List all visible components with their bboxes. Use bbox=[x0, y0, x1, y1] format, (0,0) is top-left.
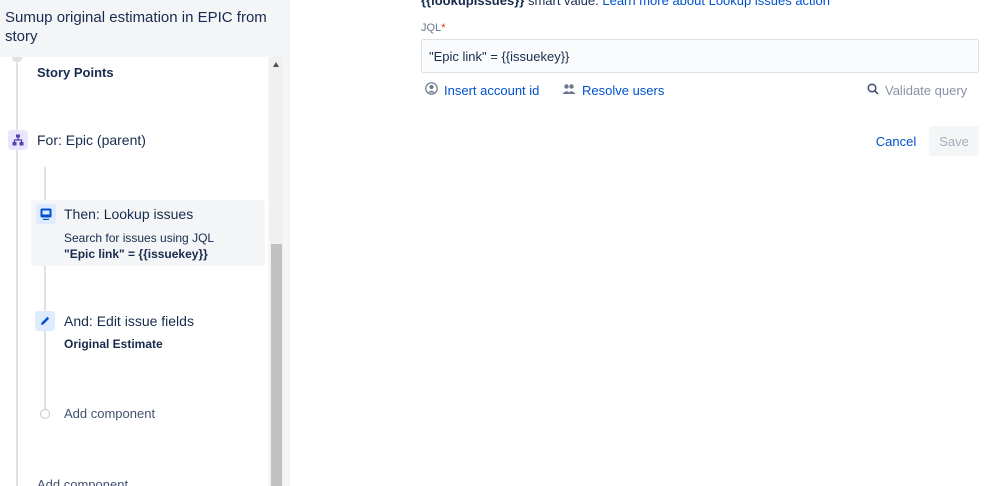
previous-field-label: Story Points bbox=[37, 65, 114, 80]
edit-issue-fields-node[interactable]: And: Edit issue fields bbox=[64, 313, 194, 329]
add-component-link[interactable]: Add component bbox=[37, 477, 128, 486]
user-icon bbox=[425, 82, 438, 98]
people-icon bbox=[562, 83, 576, 98]
branch-node-epic-parent[interactable]: For: Epic (parent) bbox=[37, 132, 146, 148]
validate-query-label: Validate query bbox=[885, 82, 968, 98]
search-icon bbox=[867, 82, 879, 98]
scrollbar-thumb[interactable] bbox=[271, 244, 282, 486]
smart-value-help: {{lookupIssues}} smart value. Learn more… bbox=[421, 0, 830, 8]
scroll-up-arrow-icon[interactable] bbox=[271, 59, 282, 69]
resolve-users-label: Resolve users bbox=[582, 82, 665, 98]
resolve-users-button[interactable]: Resolve users bbox=[562, 81, 664, 99]
rule-title: Sumup original estimation in EPIC from s… bbox=[5, 9, 267, 45]
branch-icon bbox=[8, 130, 28, 150]
save-button[interactable]: Save bbox=[929, 126, 979, 156]
rule-flow-canvas: Story Points For: Epic (parent) Then: Lo… bbox=[0, 57, 268, 486]
jql-field-label: JQL* bbox=[421, 22, 445, 34]
insert-account-id-button[interactable]: Insert account id bbox=[425, 81, 539, 99]
cancel-button[interactable]: Cancel bbox=[871, 127, 921, 155]
lookup-issues-description: Search for issues using JQL bbox=[64, 231, 215, 245]
add-component-branch-link[interactable]: Add component bbox=[64, 406, 155, 421]
lookup-issues-jql: "Epic link" = {{issuekey}} bbox=[64, 247, 208, 261]
flow-connector-line bbox=[16, 57, 18, 486]
canvas-scrollbar[interactable] bbox=[270, 57, 283, 486]
learn-more-link[interactable]: Learn more about Lookup issues action bbox=[602, 0, 830, 8]
smart-value-code: {{lookupIssues}} bbox=[421, 0, 525, 8]
pencil-icon bbox=[35, 311, 55, 331]
jql-input[interactable]: "Epic link" = {{issuekey}} bbox=[421, 39, 979, 73]
required-mark: * bbox=[441, 22, 446, 34]
lookup-icon bbox=[36, 204, 56, 224]
smart-value-text: smart value. bbox=[524, 0, 603, 8]
jql-label-text: JQL bbox=[421, 22, 442, 34]
insert-account-id-label: Insert account id bbox=[444, 82, 540, 98]
lookup-issues-title: Then: Lookup issues bbox=[64, 206, 194, 222]
add-component-dot-icon bbox=[40, 409, 50, 419]
edit-issue-fields-value: Original Estimate bbox=[64, 337, 163, 351]
validate-query-button[interactable]: Validate query bbox=[867, 81, 967, 99]
